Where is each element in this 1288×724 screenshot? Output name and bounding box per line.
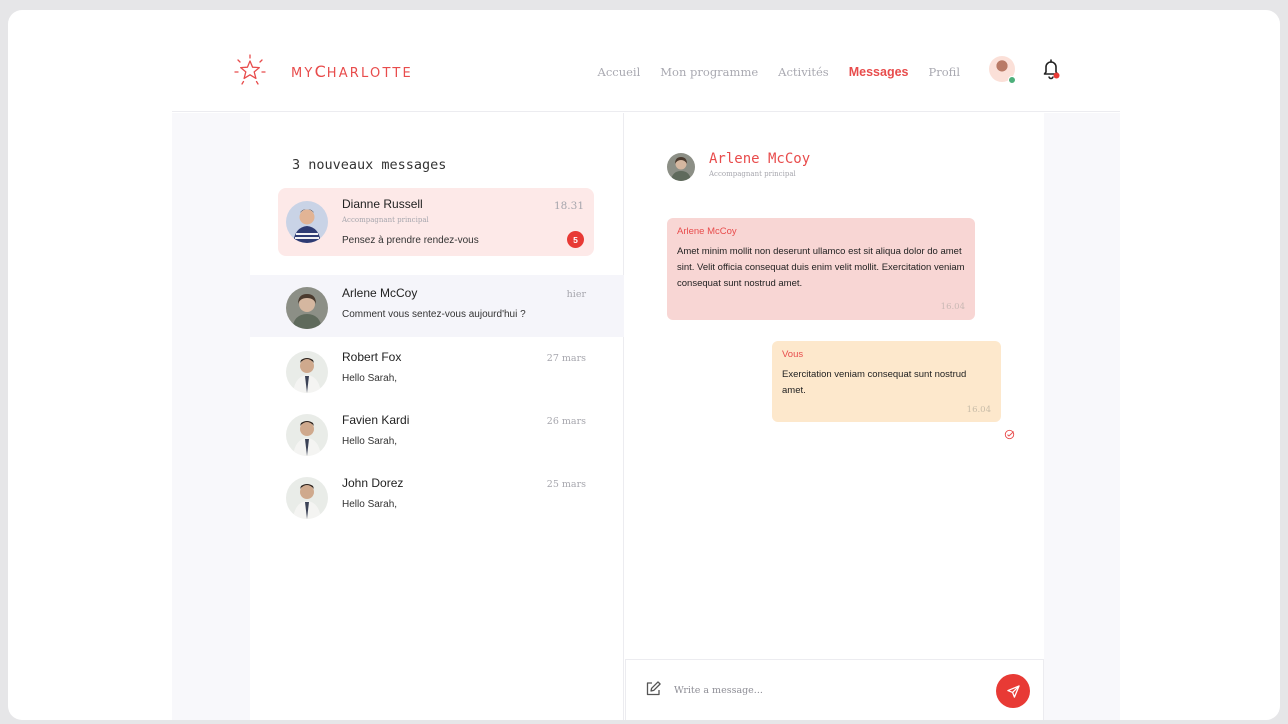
- contact-name: Favien Kardi: [342, 413, 410, 427]
- nav-activites[interactable]: Activités: [778, 65, 829, 79]
- avatar: [286, 477, 328, 519]
- message-preview: Hello Sarah,: [342, 499, 398, 510]
- avatar: [286, 287, 328, 329]
- unread-count-badge: 5: [567, 231, 584, 248]
- message-time: 26 mars: [546, 416, 586, 427]
- message-text: Exercitation veniam consequat sunt nostr…: [782, 369, 967, 396]
- contact-name: Arlene McCoy: [342, 286, 418, 300]
- message-text: Amet minim mollit non deserunt ullamco e…: [677, 246, 965, 289]
- message-time: hier: [566, 289, 586, 300]
- send-icon: [1006, 684, 1020, 698]
- nav-messages[interactable]: Messages: [849, 65, 909, 79]
- message-time: 27 mars: [546, 353, 586, 364]
- chat-panel: Arlene McCoy Accompagnant principal Arle…: [625, 113, 1044, 720]
- avatar: [286, 351, 328, 393]
- app-frame: MYCHARLOTTE Accueil Mon programme Activi…: [8, 10, 1280, 720]
- conversation-item-arlene-mccoy[interactable]: Arlene McCoy Comment vous sentez-vous au…: [250, 275, 624, 337]
- edit-icon: [646, 681, 661, 696]
- nav-mon-programme[interactable]: Mon programme: [660, 65, 758, 79]
- contact-role: Accompagnant principal: [342, 216, 429, 224]
- read-check-icon: [1004, 429, 1015, 440]
- star-logo-icon[interactable]: [232, 52, 268, 88]
- message-preview: Hello Sarah,: [342, 436, 398, 447]
- contact-name: Dianne Russell: [342, 197, 423, 211]
- conversation-item-dianne-russell[interactable]: Dianne Russell Accompagnant principal Pe…: [278, 188, 594, 256]
- conversation-list: 3 nouveaux messages Dianne Russell Accom…: [250, 113, 624, 720]
- outgoing-message-bubble: Vous Exercitation veniam consequat sunt …: [772, 341, 1001, 422]
- brand-name[interactable]: MYCHARLOTTE: [291, 62, 413, 81]
- contact-name: Robert Fox: [342, 350, 402, 364]
- message-time: 16.04: [966, 405, 991, 415]
- contact-name: John Dorez: [342, 476, 404, 490]
- chat-contact-role: Accompagnant principal: [709, 170, 796, 178]
- message-input[interactable]: [674, 678, 974, 702]
- conversation-item-robert-fox[interactable]: Robert Fox Hello Sarah, 27 mars: [250, 339, 624, 401]
- bell-icon[interactable]: [1041, 58, 1061, 80]
- online-status-indicator: [1008, 76, 1016, 84]
- message-sender: Vous: [782, 349, 804, 360]
- left-gutter: [172, 113, 250, 720]
- main-nav: Accueil Mon programme Activités Messages…: [598, 65, 960, 79]
- message-preview: Pensez à prendre rendez-vous: [342, 235, 479, 246]
- nav-accueil[interactable]: Accueil: [598, 65, 641, 79]
- chat-contact-avatar[interactable]: [667, 153, 695, 181]
- message-sender: Arlene McCoy: [677, 226, 737, 237]
- message-time: 25 mars: [546, 479, 586, 490]
- conversation-item-john-dorez[interactable]: John Dorez Hello Sarah, 25 mars: [250, 465, 624, 527]
- chat-contact-name: Arlene McCoy: [709, 151, 811, 167]
- nav-profil[interactable]: Profil: [928, 65, 960, 79]
- avatar: [286, 414, 328, 456]
- message-composer: [625, 659, 1044, 720]
- incoming-message-bubble: Arlene McCoy Amet minim mollit non deser…: [667, 218, 975, 320]
- message-time: 16.04: [940, 302, 965, 312]
- message-preview: Comment vous sentez-vous aujourd'hui ?: [342, 309, 526, 320]
- send-button[interactable]: [996, 674, 1030, 708]
- message-time: 18.31: [553, 200, 584, 212]
- conversation-item-favien-kardi[interactable]: Favien Kardi Hello Sarah, 26 mars: [250, 402, 624, 464]
- top-bar: MYCHARLOTTE Accueil Mon programme Activi…: [172, 10, 1120, 112]
- message-preview: Hello Sarah,: [342, 373, 398, 384]
- inbox-title: 3 nouveaux messages: [292, 157, 447, 173]
- avatar: [286, 201, 328, 243]
- right-gutter: [1044, 113, 1120, 720]
